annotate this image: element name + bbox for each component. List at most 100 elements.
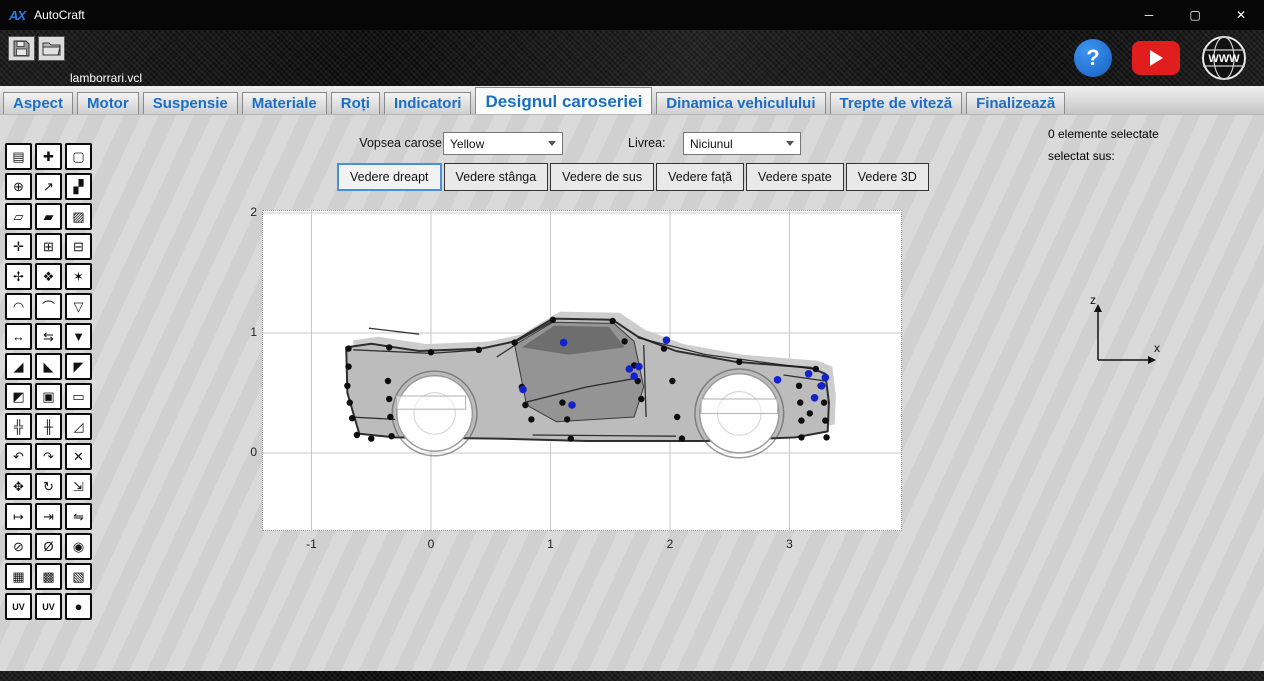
main-content: ▤✚▢ ⊕↗▞ ▱▰▨ ✛⊞⊟ ✢❖✶ ◠⌒▽ ↔⇆▼ ◢◣◤ ◩▣▭ ╬╫◿ ↶↷✕ ✥↻⇲ ↦⇥⇋ ⊘…	[0, 115, 1264, 671]
help-button[interactable]: ?	[1074, 39, 1112, 77]
y-tick-label: 0	[235, 445, 257, 459]
tool-grid[interactable]: ⊞	[35, 233, 62, 260]
view-button-3d[interactable]: Vedere 3D	[846, 163, 929, 191]
x-tick-label: 1	[534, 537, 568, 551]
x-tick-label: -1	[295, 537, 329, 551]
car-side-view-drawing[interactable]	[263, 211, 903, 532]
tool-skew-left[interactable]: ◣	[35, 353, 62, 380]
view-button-dreapta[interactable]: Vedere dreapt	[337, 163, 442, 191]
paint-label: Vopsea carose	[340, 136, 442, 150]
title-bar: AX AutoCraft ─ ▢ ✕	[0, 0, 1264, 30]
tool-surface-fill[interactable]: ▰	[35, 203, 62, 230]
tool-hide[interactable]: ⊘	[5, 533, 32, 560]
app-window: AX AutoCraft ─ ▢ ✕ lambor	[0, 0, 1264, 681]
tool-corner-triangle[interactable]: ◿	[65, 413, 92, 440]
tool-scale[interactable]: ⇲	[65, 473, 92, 500]
tool-add-point[interactable]: ⊕	[5, 173, 32, 200]
tool-undo[interactable]: ↶	[5, 443, 32, 470]
website-button[interactable]: WWW	[1200, 34, 1248, 82]
tool-fill-corner[interactable]: ◩	[5, 383, 32, 410]
maximize-button[interactable]: ▢	[1172, 0, 1218, 30]
dropdown-chevron-icon	[786, 141, 794, 146]
tool-extend[interactable]: ↦	[5, 503, 32, 530]
svg-text:WWW: WWW	[1208, 53, 1240, 65]
tool-edit-points[interactable]: ▞	[65, 173, 92, 200]
tab-suspensie[interactable]: Suspensie	[143, 92, 238, 114]
selection-info: 0 elemente selectate selectat sus:	[1048, 123, 1159, 167]
selection-count: 0 elemente selectate	[1048, 123, 1159, 145]
tab-finalizeaza[interactable]: Finalizează	[966, 92, 1065, 114]
z-axis-label: z	[1090, 293, 1096, 307]
tool-arc-up[interactable]: ◠	[5, 293, 32, 320]
tool-uv-vehicle[interactable]: UV	[35, 593, 62, 620]
current-filename: lamborrari.vcl	[70, 71, 142, 85]
save-button[interactable]	[8, 36, 35, 61]
tool-copy-grid[interactable]: ▦	[5, 563, 32, 590]
tool-move[interactable]: ✥	[5, 473, 32, 500]
tab-designul-caroseriei[interactable]: Designul caroseriei	[475, 87, 652, 114]
view-button-fata[interactable]: Vedere față	[656, 163, 744, 191]
tool-insert[interactable]: ⇥	[35, 503, 62, 530]
tool-new-file[interactable]: ▤	[5, 143, 32, 170]
tool-delete[interactable]: ✕	[65, 443, 92, 470]
tool-skew-up[interactable]: ◤	[65, 353, 92, 380]
tool-skew-right[interactable]: ◢	[5, 353, 32, 380]
y-tick-label: 1	[235, 325, 257, 339]
youtube-button[interactable]	[1132, 41, 1180, 75]
tool-uv-map[interactable]: UV	[5, 593, 32, 620]
window-controls: ─ ▢ ✕	[1126, 0, 1264, 30]
tab-roti[interactable]: Roți	[331, 92, 380, 114]
open-button[interactable]	[38, 36, 65, 61]
tool-copy[interactable]: ▩	[35, 563, 62, 590]
tab-aspect[interactable]: Aspect	[3, 92, 73, 114]
tool-width[interactable]: ↔	[5, 323, 32, 350]
tool-move-point[interactable]: ↗	[35, 173, 62, 200]
tab-motor[interactable]: Motor	[77, 92, 139, 114]
tool-add-part[interactable]: ✚	[35, 143, 62, 170]
tool-arc-flat[interactable]: ⌒	[35, 293, 62, 320]
view-buttons: Vedere dreaptVedere stângaVedere de susV…	[337, 163, 929, 191]
tool-section-vertical[interactable]: ╫	[35, 413, 62, 440]
dropdown-chevron-icon	[548, 141, 556, 146]
tool-paste-special[interactable]: ▧	[65, 563, 92, 590]
tool-surface-shear[interactable]: ▨	[65, 203, 92, 230]
tool-mirror-horizontal[interactable]: ✢	[5, 263, 32, 290]
view-button-stanga[interactable]: Vedere stânga	[444, 163, 549, 191]
tool-join-points[interactable]: ✛	[5, 233, 32, 260]
tool-rotate[interactable]: ↻	[35, 473, 62, 500]
design-canvas[interactable]: 012-10123	[262, 210, 902, 531]
folder-icon	[42, 41, 61, 56]
tool-mirror-diagonal[interactable]: ✶	[65, 263, 92, 290]
tool-flip-vertical[interactable]: ▽	[65, 293, 92, 320]
tab-trepte-de-viteza[interactable]: Trepte de viteză	[830, 92, 963, 114]
tool-split-grid[interactable]: ⊟	[65, 233, 92, 260]
y-tick-label: 2	[235, 205, 257, 219]
x-axis-label: x	[1154, 341, 1160, 355]
tool-show[interactable]: ◉	[65, 533, 92, 560]
tab-bar: AspectMotorSuspensieMaterialeRoțiIndicat…	[0, 86, 1264, 115]
tool-fill-rect[interactable]: ▭	[65, 383, 92, 410]
tool-fill-center[interactable]: ▣	[35, 383, 62, 410]
tool-mirror-both[interactable]: ❖	[35, 263, 62, 290]
paint-dropdown[interactable]: Yellow	[443, 132, 563, 155]
tool-fit-view[interactable]: ▢	[65, 143, 92, 170]
livery-dropdown-value: Niciunul	[690, 137, 733, 151]
x-tick-label: 3	[773, 537, 807, 551]
tool-palette: ▤✚▢ ⊕↗▞ ▱▰▨ ✛⊞⊟ ✢❖✶ ◠⌒▽ ↔⇆▼ ◢◣◤ ◩▣▭ ╬╫◿ ↶↷✕ ✥↻⇲ ↦⇥⇋ ⊘…	[5, 143, 92, 620]
tab-dinamica-vehiculului[interactable]: Dinamica vehiculului	[656, 92, 825, 114]
tool-section-cross[interactable]: ╬	[5, 413, 32, 440]
tool-redo[interactable]: ↷	[35, 443, 62, 470]
tool-exchange[interactable]: ⇆	[35, 323, 62, 350]
tab-indicatori[interactable]: Indicatori	[384, 92, 472, 114]
tool-taper[interactable]: ▼	[65, 323, 92, 350]
tool-span[interactable]: ⇋	[65, 503, 92, 530]
tool-render[interactable]: ●	[65, 593, 92, 620]
minimize-button[interactable]: ─	[1126, 0, 1172, 30]
tool-surface[interactable]: ▱	[5, 203, 32, 230]
view-button-spate[interactable]: Vedere spate	[746, 163, 844, 191]
livery-dropdown[interactable]: Niciunul	[683, 132, 801, 155]
view-button-de-sus[interactable]: Vedere de sus	[550, 163, 654, 191]
close-button[interactable]: ✕	[1218, 0, 1264, 30]
tool-hide-alt[interactable]: Ø	[35, 533, 62, 560]
tab-materiale[interactable]: Materiale	[242, 92, 327, 114]
